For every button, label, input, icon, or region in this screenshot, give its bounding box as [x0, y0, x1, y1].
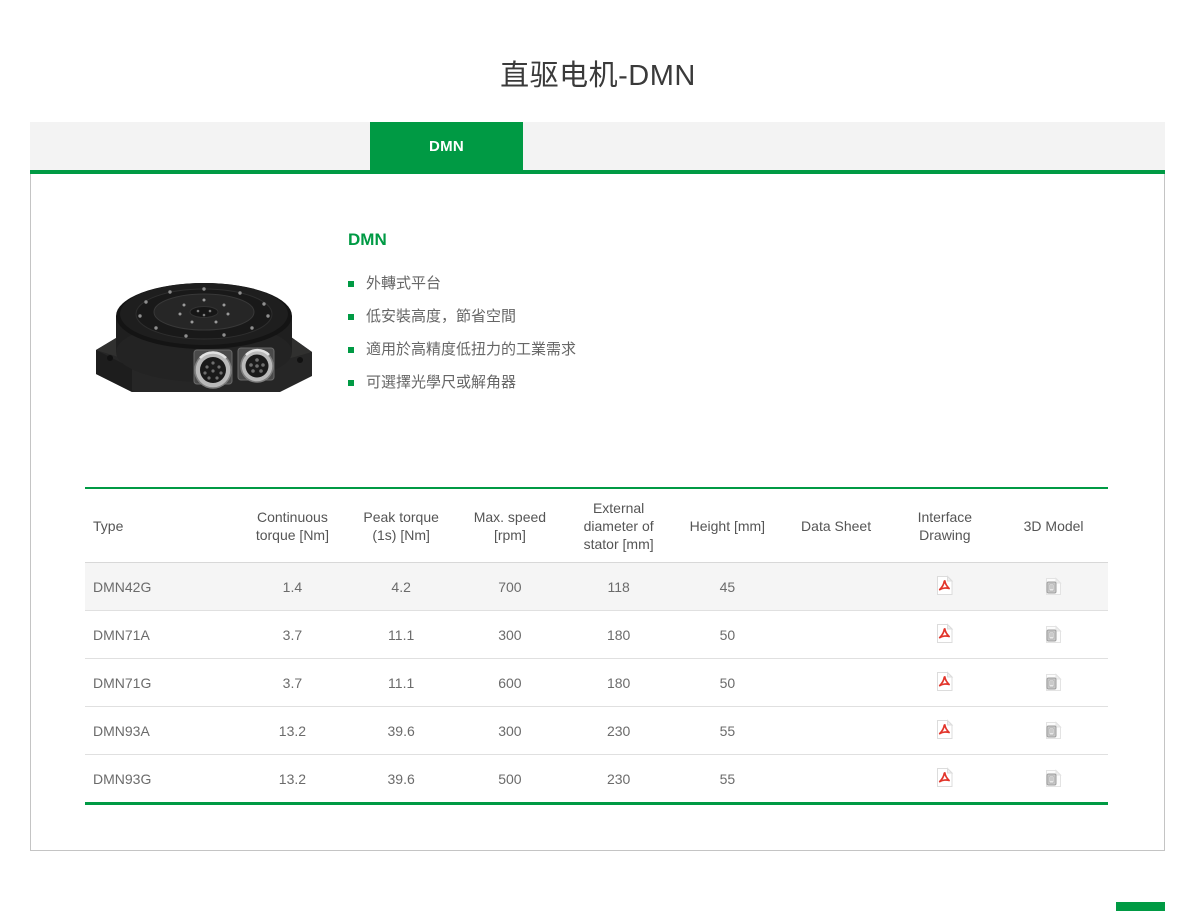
- table-header-row: Type Continuous torque [Nm] Peak torque …: [85, 488, 1108, 563]
- cell-peak-torque: 11.1: [347, 611, 456, 659]
- cell-peak-torque: 11.1: [347, 659, 456, 707]
- cell-peak-torque: 39.6: [347, 755, 456, 804]
- feature-text: 外轉式平台: [366, 274, 441, 294]
- bullet-square-icon: [348, 347, 354, 353]
- cell-data-sheet: [782, 659, 891, 707]
- cell-stator-diameter: 230: [564, 755, 673, 804]
- cell-height: 45: [673, 563, 782, 611]
- cad-file-icon[interactable]: [1044, 767, 1063, 788]
- cad-file-icon[interactable]: [1044, 719, 1063, 740]
- cell-interface-drawing: [890, 563, 999, 611]
- table-row: DMN93G 13.2 39.6 500 230 55: [85, 755, 1108, 804]
- cell-continuous-torque: 3.7: [238, 659, 347, 707]
- cell-height: 55: [673, 707, 782, 755]
- cell-3d-model: [999, 707, 1108, 755]
- spec-table: Type Continuous torque [Nm] Peak torque …: [85, 487, 1108, 805]
- pdf-icon[interactable]: [935, 575, 954, 596]
- cell-3d-model: [999, 659, 1108, 707]
- col-header-max-speed: Max. speed [rpm]: [456, 488, 565, 563]
- cell-interface-drawing: [890, 707, 999, 755]
- cad-file-icon[interactable]: [1044, 575, 1063, 596]
- cell-3d-model: [999, 563, 1108, 611]
- cell-continuous-torque: 13.2: [238, 707, 347, 755]
- table-row: DMN71G 3.7 11.1 600 180 50: [85, 659, 1108, 707]
- col-header-peak-torque: Peak torque (1s) [Nm]: [347, 488, 456, 563]
- feature-list: 外轉式平台 低安裝高度，節省空間 適用於高精度低扭力的工業需求 可選擇光學尺或解…: [348, 274, 908, 393]
- bullet-square-icon: [348, 380, 354, 386]
- pdf-icon[interactable]: [935, 719, 954, 740]
- cell-height: 55: [673, 755, 782, 804]
- tab-dmn[interactable]: DMN: [370, 122, 523, 170]
- cell-type: DMN93A: [85, 707, 238, 755]
- col-header-data-sheet: Data Sheet: [782, 488, 891, 563]
- cell-type: DMN71G: [85, 659, 238, 707]
- col-header-interface-drawing: Interface Drawing: [890, 488, 999, 563]
- col-header-height: Height [mm]: [673, 488, 782, 563]
- col-header-3d-model: 3D Model: [999, 488, 1108, 563]
- cell-max-speed: 300: [456, 707, 565, 755]
- pdf-icon[interactable]: [935, 671, 954, 692]
- cell-3d-model: [999, 611, 1108, 659]
- cell-stator-diameter: 180: [564, 611, 673, 659]
- cell-max-speed: 600: [456, 659, 565, 707]
- cell-peak-torque: 4.2: [347, 563, 456, 611]
- cell-max-speed: 500: [456, 755, 565, 804]
- cad-file-icon[interactable]: [1044, 623, 1063, 644]
- product-photo-dmn-motor: [88, 258, 320, 410]
- pdf-icon[interactable]: [935, 623, 954, 644]
- spec-table-wrap: Type Continuous torque [Nm] Peak torque …: [85, 487, 1108, 805]
- cell-stator-diameter: 230: [564, 707, 673, 755]
- product-info: DMN 外轉式平台 低安裝高度，節省空間 適用於高精度低扭力的工業需求 可選擇光…: [348, 230, 908, 406]
- cell-data-sheet: [782, 707, 891, 755]
- feature-text: 可選擇光學尺或解角器: [366, 373, 516, 393]
- tab-bar: DMN: [30, 122, 1165, 174]
- cad-file-icon[interactable]: [1044, 671, 1063, 692]
- cell-type: DMN93G: [85, 755, 238, 804]
- cell-peak-torque: 39.6: [347, 707, 456, 755]
- cell-height: 50: [673, 659, 782, 707]
- cell-continuous-torque: 3.7: [238, 611, 347, 659]
- cell-data-sheet: [782, 611, 891, 659]
- feature-item: 適用於高精度低扭力的工業需求: [348, 340, 908, 360]
- product-page: 直驱电机-DMN DMN: [0, 0, 1196, 911]
- bullet-square-icon: [348, 314, 354, 320]
- cell-height: 50: [673, 611, 782, 659]
- scroll-top-button[interactable]: [1116, 902, 1165, 911]
- cell-data-sheet: [782, 755, 891, 804]
- feature-item: 可選擇光學尺或解角器: [348, 373, 908, 393]
- feature-item: 外轉式平台: [348, 274, 908, 294]
- page-title: 直驱电机-DMN: [0, 52, 1196, 94]
- bullet-square-icon: [348, 281, 354, 287]
- motor-illustration: [88, 258, 320, 410]
- cell-continuous-torque: 13.2: [238, 755, 347, 804]
- cell-interface-drawing: [890, 755, 999, 804]
- cell-type: DMN71A: [85, 611, 238, 659]
- feature-text: 低安裝高度，節省空間: [366, 307, 516, 327]
- cell-max-speed: 700: [456, 563, 565, 611]
- cell-stator-diameter: 180: [564, 659, 673, 707]
- cell-stator-diameter: 118: [564, 563, 673, 611]
- pdf-icon[interactable]: [935, 767, 954, 788]
- table-row: DMN93A 13.2 39.6 300 230 55: [85, 707, 1108, 755]
- col-header-stator-diameter: External diameter of stator [mm]: [564, 488, 673, 563]
- feature-text: 適用於高精度低扭力的工業需求: [366, 340, 576, 360]
- cell-data-sheet: [782, 563, 891, 611]
- cell-max-speed: 300: [456, 611, 565, 659]
- cell-type: DMN42G: [85, 563, 238, 611]
- table-row: DMN71A 3.7 11.1 300 180 50: [85, 611, 1108, 659]
- cell-3d-model: [999, 755, 1108, 804]
- feature-item: 低安裝高度，節省空間: [348, 307, 908, 327]
- cell-interface-drawing: [890, 659, 999, 707]
- cell-continuous-torque: 1.4: [238, 563, 347, 611]
- col-header-continuous-torque: Continuous torque [Nm]: [238, 488, 347, 563]
- col-header-type: Type: [85, 488, 238, 563]
- product-name: DMN: [348, 230, 908, 250]
- cell-interface-drawing: [890, 611, 999, 659]
- table-row: DMN42G 1.4 4.2 700 118 45: [85, 563, 1108, 611]
